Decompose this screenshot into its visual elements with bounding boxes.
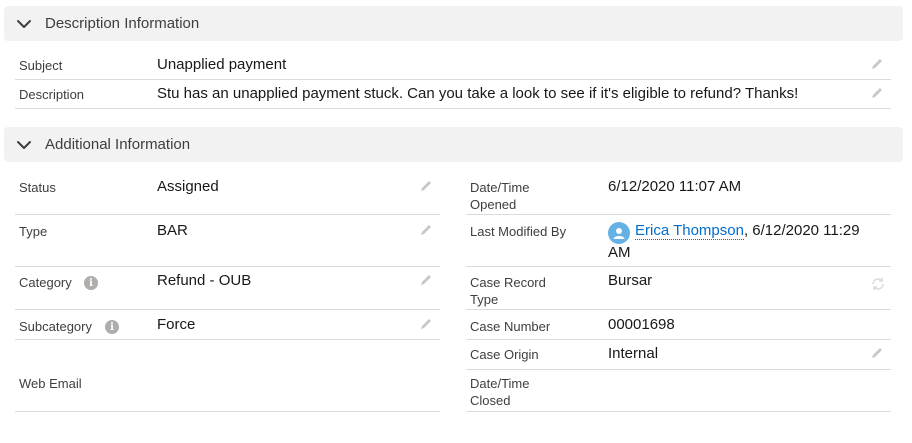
- subject-value: Unapplied payment: [157, 56, 287, 73]
- web-email-label: Web Email: [19, 376, 82, 391]
- edit-subcategory-pencil-icon[interactable]: [419, 317, 433, 331]
- modified-date-line2: AM: [608, 244, 631, 261]
- edit-description-pencil-icon[interactable]: [870, 86, 884, 100]
- divider: [15, 339, 440, 340]
- divider: [466, 266, 891, 267]
- type-label: Type: [19, 224, 48, 239]
- last-modified-value: Erica Thompson, 6/12/2020 11:29: [608, 220, 860, 244]
- category-value: Refund - OUB: [157, 272, 252, 289]
- section-title: Description Information: [45, 15, 200, 32]
- edit-subject-pencil-icon[interactable]: [870, 57, 884, 71]
- last-modified-label: Last Modified By: [470, 224, 567, 239]
- info-icon[interactable]: i: [105, 320, 119, 334]
- status-label: Status: [19, 180, 56, 195]
- divider: [466, 339, 891, 340]
- subcategory-label: Subcategory: [19, 319, 92, 334]
- status-value: Assigned: [157, 178, 219, 195]
- edit-category-pencil-icon[interactable]: [419, 273, 433, 287]
- case-record-type-value: Bursar: [608, 272, 653, 289]
- case-record-type-label-line2: Type: [470, 292, 499, 307]
- subject-label: Subject: [19, 58, 63, 73]
- subcategory-value: Force: [157, 316, 196, 333]
- case-origin-label: Case Origin: [470, 347, 539, 362]
- modified-date: , 6/12/2020 11:29: [743, 222, 860, 239]
- additional-section-header[interactable]: Additional Information: [4, 127, 903, 162]
- divider: [466, 214, 891, 215]
- divider: [15, 79, 891, 80]
- case-number-value: 00001698: [608, 316, 675, 333]
- case-record-type-label-line1: Case Record: [470, 275, 546, 290]
- chevron-down-icon: [15, 15, 33, 33]
- info-icon[interactable]: i: [84, 276, 98, 290]
- user-avatar-icon: [608, 222, 630, 244]
- divider: [466, 309, 891, 310]
- divider: [15, 411, 440, 412]
- divider: [466, 369, 891, 370]
- modified-by-user-link[interactable]: Erica Thompson: [635, 222, 744, 240]
- description-section-header[interactable]: Description Information: [4, 6, 903, 41]
- lock-icon: [870, 276, 886, 292]
- date-opened-value: 6/12/2020 11:07 AM: [608, 178, 742, 195]
- date-opened-label-line2: Opened: [470, 197, 517, 212]
- date-opened-label-line1: Date/Time: [470, 180, 530, 195]
- date-closed-label-line1: Date/Time: [470, 376, 530, 391]
- divider: [15, 266, 440, 267]
- section-title: Additional Information: [45, 136, 191, 153]
- divider: [466, 411, 891, 412]
- edit-type-pencil-icon[interactable]: [419, 223, 433, 237]
- description-value: Stu has an unapplied payment stuck. Can …: [157, 85, 799, 102]
- type-value: BAR: [157, 222, 188, 239]
- edit-case-origin-pencil-icon[interactable]: [870, 346, 884, 360]
- chevron-down-icon: [15, 136, 33, 154]
- divider: [15, 108, 891, 109]
- divider: [15, 214, 440, 215]
- divider: [15, 309, 440, 310]
- case-origin-value: Internal: [608, 345, 659, 362]
- date-closed-label-line2: Closed: [470, 393, 511, 408]
- case-number-label: Case Number: [470, 319, 551, 334]
- category-label: Category: [19, 275, 72, 290]
- description-label: Description: [19, 87, 85, 102]
- edit-status-pencil-icon[interactable]: [419, 179, 433, 193]
